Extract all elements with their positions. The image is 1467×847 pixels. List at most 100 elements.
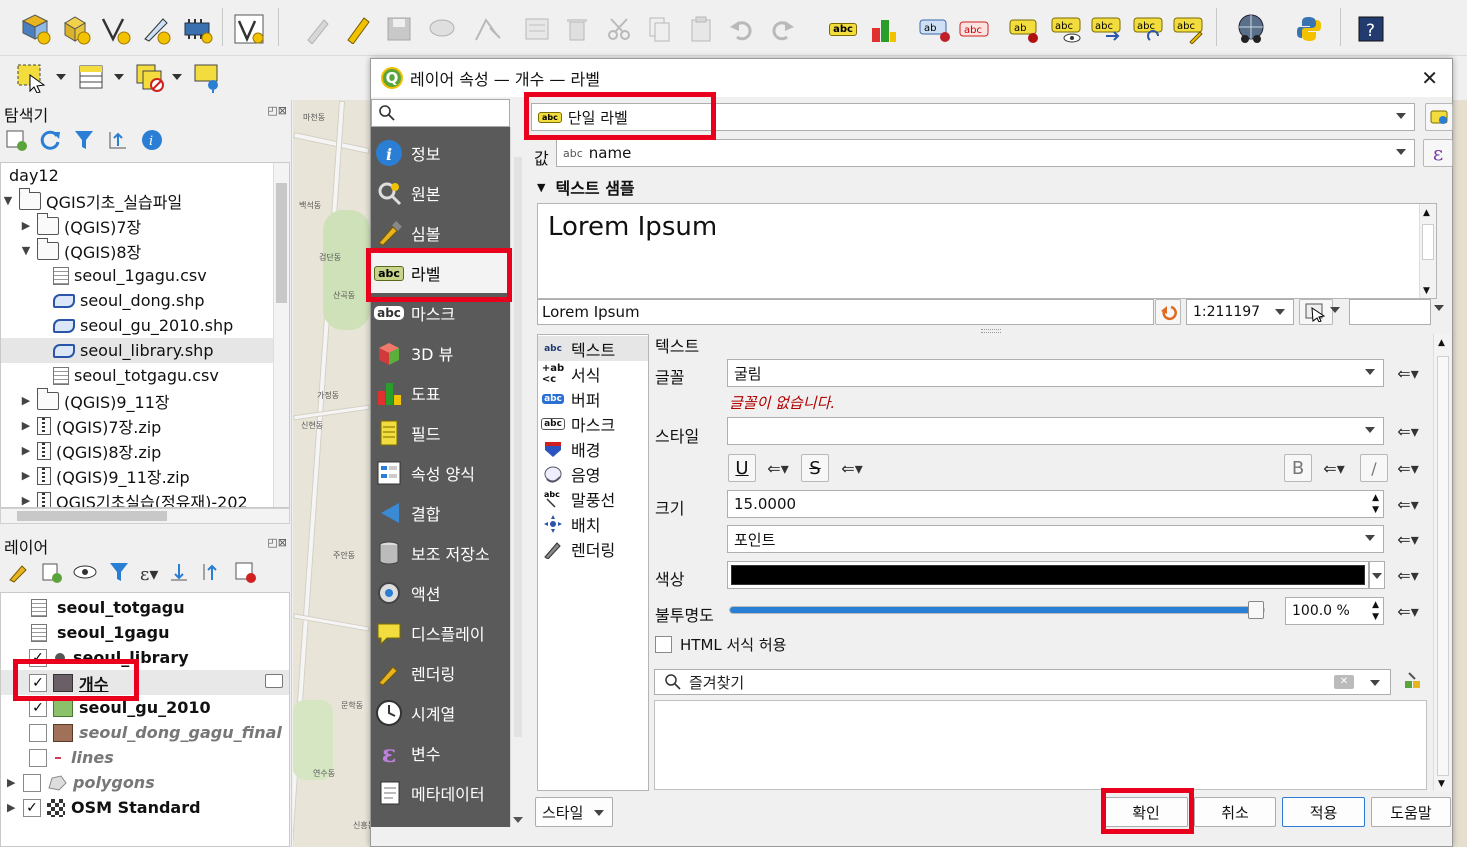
diagram-toolbar-icon[interactable] bbox=[866, 12, 900, 46]
remove-layer-icon[interactable] bbox=[233, 560, 257, 588]
panel-float-close-buttons[interactable]: ◰⊠ bbox=[267, 104, 287, 117]
edit-pencil-icon[interactable] bbox=[300, 12, 334, 46]
expression-button[interactable]: ε bbox=[1423, 139, 1453, 167]
opacity-slider[interactable] bbox=[729, 601, 1265, 619]
copy-icon[interactable] bbox=[642, 12, 676, 46]
data-defined-override-icon[interactable]: ⇐▾ bbox=[1393, 457, 1423, 479]
tree-item[interactable]: seoul_totgagu.csv bbox=[49, 363, 219, 388]
show-hide-labels-icon[interactable]: abc bbox=[1050, 12, 1084, 46]
font-select[interactable]: 굴림 bbox=[727, 359, 1384, 387]
select-features-icon[interactable] bbox=[14, 60, 48, 94]
nav-item-metadata[interactable]: 메타데이터 bbox=[371, 773, 510, 813]
filter-expression-icon[interactable]: ε▾ bbox=[140, 564, 158, 585]
sub-nav-rendering[interactable]: 렌더링 bbox=[542, 536, 615, 561]
save-edits-icon[interactable] bbox=[382, 12, 416, 46]
expand-arrow-icon[interactable]: ▶ bbox=[19, 394, 33, 407]
sub-nav-formatting[interactable]: +ab <c 서식 bbox=[542, 361, 601, 386]
data-defined-override-icon[interactable]: ⇐▾ bbox=[763, 457, 793, 479]
delete-icon[interactable] bbox=[560, 12, 594, 46]
tree-item[interactable]: day12 bbox=[1, 163, 59, 188]
value-field-select[interactable]: abc name bbox=[556, 139, 1415, 167]
layer-visibility-checkbox[interactable]: ✓ bbox=[29, 698, 47, 717]
nav-search-input[interactable] bbox=[371, 99, 510, 127]
apply-button[interactable]: 적용 bbox=[1282, 797, 1365, 827]
layer-visibility-checkbox[interactable]: ✓ bbox=[29, 673, 47, 692]
nav-item-labels[interactable]: abc 라벨 bbox=[371, 253, 510, 293]
expand-all-icon[interactable] bbox=[167, 560, 191, 588]
refresh-icon[interactable] bbox=[38, 128, 62, 156]
tree-item[interactable]: seoul_gu_2010.shp bbox=[49, 313, 233, 338]
filter-icon[interactable] bbox=[72, 128, 96, 156]
select-by-location-icon[interactable] bbox=[190, 60, 224, 94]
rotate-label-icon[interactable]: abc bbox=[1132, 12, 1166, 46]
layer-item[interactable]: ✓ seoul_library bbox=[29, 645, 189, 670]
layer-visibility-checkbox[interactable] bbox=[23, 773, 41, 792]
sub-nav-mask[interactable]: abc 마스크 bbox=[541, 411, 615, 436]
opacity-spinbox[interactable]: 100.0 % ▲ ▼ bbox=[1285, 597, 1384, 625]
nav-item-information[interactable]: i 정보 bbox=[371, 133, 510, 173]
layer-visibility-checkbox[interactable]: ✓ bbox=[23, 798, 41, 817]
nav-item-symbology[interactable]: 심볼 bbox=[371, 213, 510, 253]
virtual-layer-icon[interactable] bbox=[232, 12, 266, 46]
layer-item-selected[interactable]: ✓ 개수 bbox=[1, 670, 289, 695]
chevron-down-icon[interactable] bbox=[1434, 305, 1444, 311]
nav-item-source[interactable]: 원본 bbox=[371, 173, 510, 213]
style-manager-icon[interactable] bbox=[1403, 671, 1423, 695]
tree-item[interactable]: ▼ QGIS기초_실습파일 bbox=[1, 187, 182, 213]
sample-text-input[interactable]: Lorem Ipsum bbox=[537, 299, 1154, 325]
label-mode-select[interactable]: abc 단일 라벨 bbox=[531, 103, 1415, 131]
change-label-icon[interactable]: abc bbox=[1172, 12, 1206, 46]
layer-item[interactable]: seoul_totgagu bbox=[31, 595, 185, 620]
expand-arrow-icon[interactable]: ▶ bbox=[19, 469, 33, 482]
chevron-down-icon[interactable] bbox=[1370, 680, 1380, 686]
help-icon[interactable]: ? bbox=[1354, 12, 1388, 46]
splitter-handle[interactable] bbox=[981, 329, 1001, 333]
new-geopackage-icon[interactable] bbox=[58, 12, 92, 46]
data-defined-override-icon[interactable]: ⇐▾ bbox=[1393, 362, 1423, 384]
style-menu-button[interactable]: 스타일 bbox=[535, 797, 613, 827]
layer-visibility-checkbox[interactable]: ✓ bbox=[29, 648, 47, 667]
embedded-widget-icon[interactable] bbox=[265, 674, 283, 688]
tree-item-selected[interactable]: seoul_library.shp bbox=[1, 338, 289, 363]
ok-button[interactable]: 확인 bbox=[1104, 797, 1188, 827]
expand-arrow-icon[interactable]: ▶ bbox=[19, 444, 33, 457]
layer-item[interactable]: ▶ polygons bbox=[7, 770, 155, 795]
tree-item[interactable]: ▶ (QGIS)9_11장.zip bbox=[19, 463, 190, 488]
tree-item[interactable]: seoul_1gagu.csv bbox=[49, 263, 207, 288]
nav-item-fields[interactable]: 필드 bbox=[371, 413, 510, 453]
style-select[interactable] bbox=[727, 417, 1384, 445]
layer-styling-icon[interactable] bbox=[6, 560, 30, 588]
bold-button[interactable]: B bbox=[1284, 454, 1312, 482]
strikethrough-button[interactable]: S bbox=[801, 454, 829, 482]
sub-nav-text[interactable]: abc 텍스트 bbox=[538, 336, 648, 361]
tree-item[interactable]: ▶ (QGIS)7장 bbox=[19, 212, 141, 238]
collapse-all-icon[interactable] bbox=[200, 560, 224, 588]
spin-arrows-icon[interactable]: ▲ ▼ bbox=[1372, 599, 1379, 623]
tree-item[interactable]: ▼ (QGIS)8장 bbox=[19, 237, 141, 263]
nav-item-auxiliary-storage[interactable]: 보조 저장소 bbox=[371, 533, 510, 573]
chevron-down-icon[interactable] bbox=[1330, 307, 1340, 313]
map-canvas[interactable]: 마천동 백석동 검단동 산곡동 가정동 신현동 주안동 문학동 연수동 신흥동 bbox=[293, 100, 370, 847]
collapse-arrow-icon[interactable]: ▼ bbox=[1, 194, 15, 207]
allow-html-checkbox[interactable] bbox=[655, 636, 672, 653]
sample-scrollbar[interactable]: ▲ ▼ bbox=[1419, 204, 1436, 298]
cut-icon[interactable] bbox=[602, 12, 636, 46]
data-defined-override-icon[interactable]: ⇐▾ bbox=[1393, 528, 1423, 550]
sub-nav-buffer[interactable]: abc 버퍼 bbox=[542, 386, 600, 411]
tree-item[interactable]: ▶ QGIS기초실습(정유재)-202 bbox=[19, 488, 248, 507]
collapse-arrow-icon[interactable]: ▼ bbox=[537, 181, 545, 194]
deselect-all-icon[interactable] bbox=[132, 60, 166, 94]
nav-item-joins[interactable]: 결합 bbox=[371, 493, 510, 533]
manage-visibility-icon[interactable] bbox=[72, 560, 98, 588]
scale-select[interactable]: 1:211197 bbox=[1186, 299, 1294, 325]
new-layer-icon[interactable] bbox=[18, 12, 52, 46]
move-label-icon[interactable]: ab bbox=[1008, 12, 1042, 46]
expand-arrow-icon[interactable]: ▶ bbox=[19, 419, 33, 432]
layer-visibility-checkbox[interactable] bbox=[29, 748, 47, 767]
layer-visibility-checkbox[interactable] bbox=[29, 723, 47, 742]
data-defined-override-icon[interactable]: ⇐▾ bbox=[1393, 493, 1423, 515]
python-console-icon[interactable] bbox=[1292, 12, 1326, 46]
collapse-arrow-icon[interactable]: ▼ bbox=[19, 244, 33, 257]
favorites-list[interactable] bbox=[654, 700, 1427, 790]
nav-item-actions[interactable]: 액션 bbox=[371, 573, 510, 613]
